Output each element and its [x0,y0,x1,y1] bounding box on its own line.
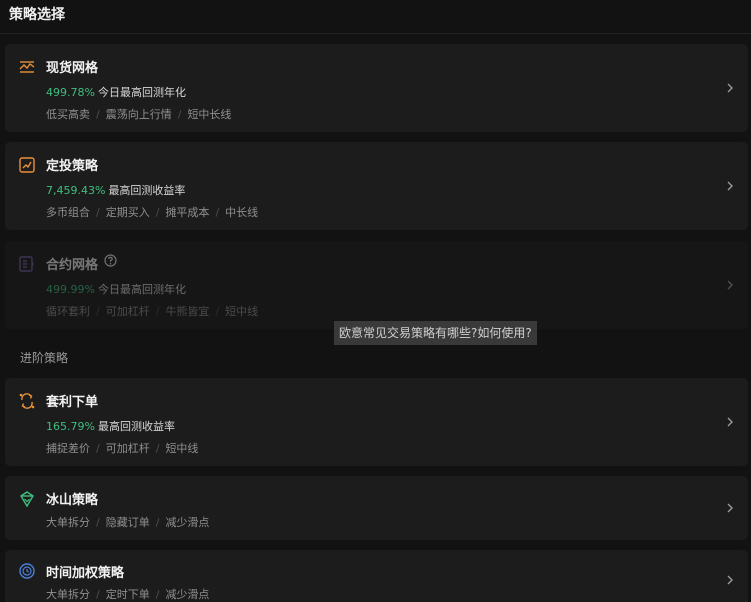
strategy-stat: 165.79% 最高回测收益率 [46,418,175,434]
strategy-percent: 499.99% [46,283,95,296]
strategy-title: 时间加权策略 [46,566,125,581]
tag: 短中线 [165,442,199,455]
tag: 捕捉差价 [46,442,90,455]
strategy-title: 冰山策略 [46,493,99,508]
strategy-title: 套利下单 [46,395,99,410]
strategy-stat-label: 最高回测收益率 [108,184,186,197]
page-header: 策略选择 [0,0,751,34]
tag: 中长线 [225,206,259,219]
page-title: 策略选择 [9,7,65,23]
strategy-tags: 大单拆分 / 定时下单 / 减少滑点 [46,588,210,601]
tag: 大单拆分 [46,588,90,601]
strategy-percent: 499.78% [46,86,95,99]
strategy-select-page: 策略选择 现货网格 499.78% 今日最高回测年化 低买高卖 / 震荡向上行情 / 短中… [0,0,751,602]
strategy-card-twap[interactable]: 时间加权策略 大单拆分 / 定时下单 / 减少滑点 [5,550,748,602]
tag: 震荡向上行情 [105,108,172,121]
strategy-tags: 大单拆分 / 隐藏订单 / 减少滑点 [46,516,210,529]
strategy-percent: 7,459.43% [46,184,106,197]
strategy-card-spot-grid[interactable]: 现货网格 499.78% 今日最高回测年化 低买高卖 / 震荡向上行情 / 短中长线 [5,44,748,132]
strategy-tags: 多币组合 / 定期买入 / 摊平成本 / 中长线 [46,206,259,219]
chevron-right-icon [727,280,733,290]
chevron-right-icon [727,417,733,427]
tag: 多币组合 [46,206,90,219]
tag: 定时下单 [105,588,150,601]
strategy-card-dca[interactable]: 定投策略 7,459.43% 最高回测收益率 多币组合 / 定期买入 / 摊平成本 / 中长线 [5,142,748,230]
strategy-card-arbitrage[interactable]: 套利下单 165.79% 最高回测收益率 捕捉差价 / 可加杠杆 / 短中线 [5,378,748,466]
tag: 牛熊皆宜 [165,305,210,318]
question-circle-icon[interactable] [104,254,117,267]
arbitrage-arrows-icon [19,393,35,409]
tag: 短中长线 [187,108,232,121]
chevron-right-icon [727,181,733,191]
strategy-tags: 循环套利 / 可加杠杆 / 牛熊皆宜 / 短中线 [46,305,259,318]
strategy-stat: 499.78% 今日最高回测年化 [46,84,186,100]
strategy-title: 合约网格 [46,258,99,273]
tag: 定期买入 [105,206,150,219]
strategy-card-contract-grid[interactable]: 合约网格 499.99% 今日最高回测年化 循环套利 / 可加杠杆 / 牛熊皆宜 / 短中线 [5,241,748,329]
tag: 减少滑点 [165,516,210,529]
tag: 大单拆分 [46,516,90,529]
watermark-caption: 欧意常见交易策略有哪些?如何使用? [334,321,537,345]
strategy-title: 现货网格 [46,61,99,76]
strategy-tags: 捕捉差价 / 可加杠杆 / 短中线 [46,442,199,455]
strategy-tags: 低买高卖 / 震荡向上行情 / 短中长线 [46,108,232,121]
grid-wave-icon [19,61,35,73]
tag: 循环套利 [46,305,90,318]
strategy-percent: 165.79% [46,420,95,433]
strategy-stat-label: 今日最高回测年化 [97,86,186,99]
strategy-stat: 7,459.43% 最高回测收益率 [46,182,185,198]
contract-doc-icon [19,256,34,272]
iceberg-icon [20,491,34,508]
tag: 低买高卖 [46,108,90,121]
strategy-stat-label: 今日最高回测年化 [97,283,186,296]
strategy-card-iceberg[interactable]: 冰山策略 大单拆分 / 隐藏订单 / 减少滑点 [5,476,748,540]
tag: 可加杠杆 [105,442,150,455]
tag: 隐藏订单 [105,516,150,529]
tag: 可加杠杆 [105,305,150,318]
chevron-right-icon [727,575,733,585]
chevron-right-icon [727,83,733,93]
strategy-title: 定投策略 [46,159,99,174]
strategy-stat-label: 最高回测收益率 [97,420,175,433]
tag: 摊平成本 [165,206,210,219]
chevron-right-icon [727,503,733,513]
coin-clock-icon [19,563,35,579]
chart-trend-icon [19,157,35,173]
section-title-advanced: 进阶策略 [20,351,69,365]
strategy-stat: 499.99% 今日最高回测年化 [46,281,186,297]
tag: 短中线 [225,305,259,318]
tag: 减少滑点 [165,588,210,601]
